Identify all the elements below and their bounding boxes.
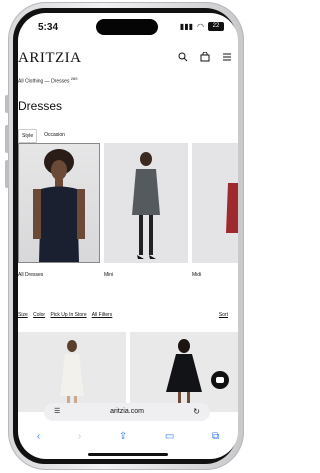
tabs-icon[interactable]: ⧉ <box>212 431 219 449</box>
filter-pick-up-in-store[interactable]: Pick Up In Store <box>50 312 86 318</box>
shopping-bag-icon[interactable] <box>200 51 210 65</box>
category-label-midi[interactable]: Midi <box>192 272 201 278</box>
category-image-all-dresses[interactable] <box>18 143 100 263</box>
search-icon[interactable] <box>178 52 188 65</box>
brand-logo[interactable]: ARITZIA <box>18 50 82 67</box>
share-icon[interactable]: ⇪ <box>119 431 127 449</box>
url-text[interactable]: aritzia.com <box>44 408 210 415</box>
back-icon[interactable]: ‹ <box>37 431 40 449</box>
status-icons: ▮▮▮ ◠ 22 <box>180 22 224 31</box>
category-carousel: All Dresses Mini Midi <box>18 143 238 278</box>
chat-button[interactable] <box>211 371 229 389</box>
screen: 5:34 ▮▮▮ ◠ 22 ARITZIA All Clothing — Dre… <box>18 13 238 459</box>
breadcrumb[interactable]: All Clothing — Dresses 289 <box>18 76 77 85</box>
volume-button <box>5 95 9 113</box>
battery-icon: 22 <box>208 22 224 31</box>
dynamic-island <box>96 19 158 35</box>
category-image-midi[interactable] <box>192 143 238 263</box>
status-bar: 5:34 ▮▮▮ ◠ 22 <box>18 13 238 39</box>
menu-icon[interactable] <box>222 52 232 65</box>
filter-all-filters[interactable]: All Filters <box>92 312 113 318</box>
tab-style[interactable]: Style <box>18 129 38 143</box>
header-icons <box>178 51 232 65</box>
filter-color[interactable]: Color <box>33 312 45 318</box>
volume-button <box>5 125 9 153</box>
address-bar[interactable]: ☰ aritzia.com ↻ <box>44 403 210 421</box>
category-label-all-dresses[interactable]: All Dresses <box>18 272 43 278</box>
category-label-mini[interactable]: Mini <box>104 272 113 278</box>
style-tabs: Style Occasion <box>18 129 68 143</box>
bookmarks-icon[interactable]: ▭ <box>165 431 174 449</box>
sort-button[interactable]: Sort <box>219 312 228 318</box>
page-title: Dresses <box>18 99 63 113</box>
browser-toolbar: ‹ › ⇪ ▭ ⧉ <box>18 431 238 449</box>
tab-occasion[interactable]: Occasion <box>41 129 68 143</box>
category-image-mini[interactable] <box>104 143 188 263</box>
volume-button <box>5 160 9 188</box>
item-count: 289 <box>70 76 78 81</box>
home-indicator <box>88 453 168 456</box>
wifi-icon: ◠ <box>197 22 204 31</box>
signal-icon: ▮▮▮ <box>179 22 194 31</box>
status-time: 5:34 <box>38 22 59 33</box>
forward-icon[interactable]: › <box>78 431 81 449</box>
product-image[interactable] <box>18 332 126 412</box>
filter-size[interactable]: Size <box>18 312 28 318</box>
product-grid <box>18 332 238 412</box>
reload-icon[interactable]: ↻ <box>193 407 200 416</box>
breadcrumb-text[interactable]: All Clothing — Dresses <box>18 79 69 85</box>
filter-bar: Size Color Pick Up In Store All Filters … <box>18 312 238 318</box>
